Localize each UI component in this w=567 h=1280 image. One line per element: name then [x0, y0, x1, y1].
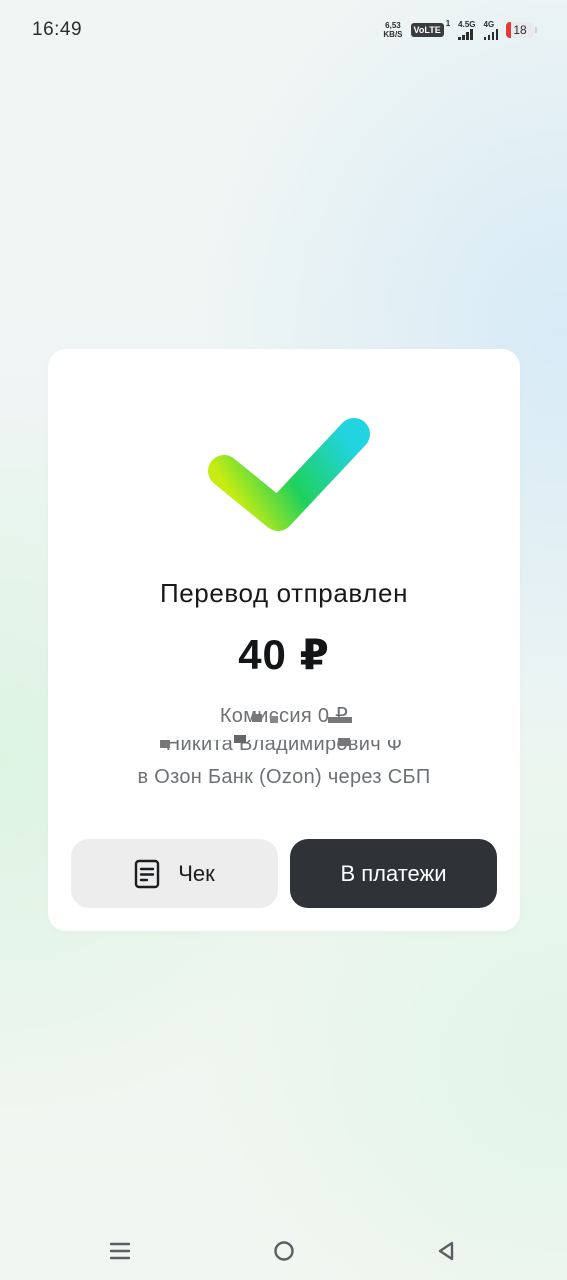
- battery-icon: 18: [506, 22, 537, 38]
- redaction-mark: [234, 735, 246, 743]
- redaction-mark: [150, 707, 212, 717]
- transfer-amount: 40 ₽: [238, 631, 330, 678]
- redaction-mark: [270, 716, 278, 723]
- status-time: 16:49: [32, 19, 83, 40]
- volte-sim-index: 1: [445, 19, 451, 28]
- volte-badge: VoLTE: [410, 23, 444, 37]
- payments-button-label: В платежи: [340, 860, 447, 886]
- network-speed-unit: KB/S: [383, 30, 403, 39]
- home-circle-icon[interactable]: [269, 1236, 299, 1266]
- status-bar: 16:49 6,53 KB/S VoLTE 1 4.5G 4G 18: [0, 0, 567, 62]
- system-nav-bar: [0, 1222, 567, 1280]
- receipt-button-label: Чек: [178, 860, 215, 886]
- battery-level: 18: [513, 23, 527, 37]
- checkmark-icon: [208, 418, 370, 531]
- redaction-mark: [252, 714, 262, 722]
- signal-bars-icon: [458, 29, 473, 40]
- network-speed: 6,53 KB/S: [383, 21, 402, 39]
- status-icons: 6,53 KB/S VoLTE 1 4.5G 4G 18: [383, 19, 537, 41]
- receipt-icon: [135, 859, 160, 888]
- signal-label-2: 4G: [483, 20, 495, 29]
- signal-indicator-1: 4.5G: [458, 20, 476, 40]
- signal-indicator-2: 4G: [483, 20, 498, 40]
- payments-button[interactable]: В платежи: [290, 839, 497, 908]
- menu-icon[interactable]: [105, 1236, 135, 1266]
- signal-label-1: 4.5G: [458, 20, 476, 29]
- back-triangle-icon[interactable]: [431, 1236, 461, 1266]
- transfer-status-title: Перевод отправлен: [159, 578, 409, 608]
- redaction-mark: [150, 724, 450, 740]
- redaction-mark: [160, 740, 170, 748]
- recipient-bank: в Озон Банк (Ozon) через СБП: [137, 766, 431, 788]
- redaction-mark: [338, 738, 350, 746]
- receipt-button[interactable]: Чек: [71, 839, 278, 908]
- signal-bars-icon: [483, 29, 498, 40]
- network-speed-value: 6,53: [385, 21, 401, 30]
- redaction-mark: [328, 717, 352, 723]
